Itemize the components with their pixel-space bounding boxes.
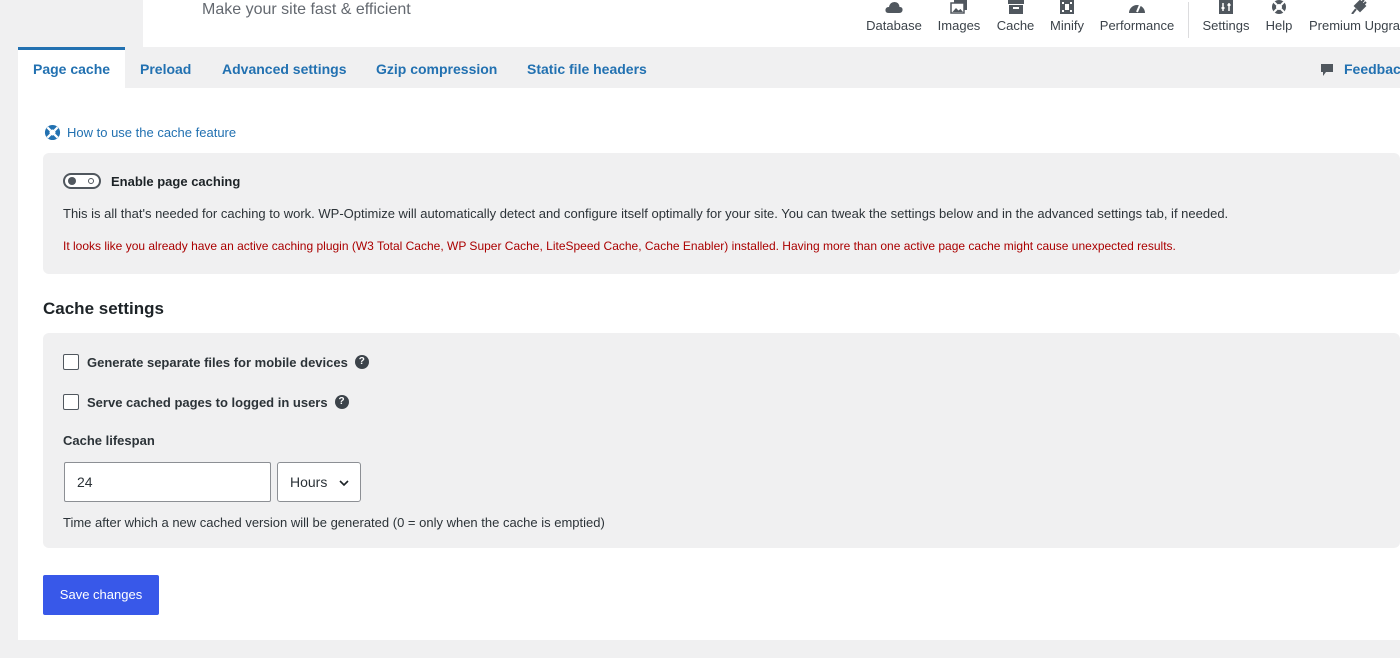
mobile-files-label: Generate separate files for mobile devic… bbox=[87, 354, 348, 370]
logged-in-checkbox[interactable] bbox=[63, 394, 79, 410]
toggle-off-indicator bbox=[88, 178, 94, 184]
film-icon bbox=[1060, 0, 1074, 14]
enable-caching-label: Enable page caching bbox=[111, 174, 241, 189]
main-content: How to use the cache feature Enable page… bbox=[18, 88, 1400, 640]
tab-advanced-settings[interactable]: Advanced settings bbox=[222, 47, 346, 88]
images-icon bbox=[950, 0, 967, 14]
feedback-link[interactable]: Feedbac bbox=[1320, 47, 1400, 88]
cloud-icon bbox=[885, 2, 903, 13]
cache-lifespan-input[interactable]: 24 bbox=[64, 462, 271, 502]
chevron-down-icon bbox=[339, 480, 349, 487]
comment-icon bbox=[1321, 64, 1333, 77]
feedback-label: Feedbac bbox=[1344, 61, 1400, 77]
mobile-files-checkbox[interactable] bbox=[63, 354, 79, 370]
tab-static-file-headers[interactable]: Static file headers bbox=[527, 47, 647, 88]
nav-divider bbox=[1188, 2, 1189, 38]
caching-description: This is all that's needed for caching to… bbox=[63, 206, 1229, 221]
mobile-files-row: Generate separate files for mobile devic… bbox=[63, 354, 369, 370]
dashboard-icon bbox=[1129, 4, 1145, 13]
lifespan-unit-select[interactable]: Hours bbox=[277, 462, 361, 502]
help-icon[interactable]: ? bbox=[354, 355, 369, 369]
settings-icon bbox=[1219, 0, 1233, 14]
logged-in-row: Serve cached pages to logged in users ? bbox=[63, 394, 349, 410]
toggle-knob bbox=[68, 177, 76, 185]
conflict-warning: It looks like you already have an active… bbox=[63, 239, 1176, 253]
archive-icon bbox=[1007, 0, 1024, 14]
tab-preload[interactable]: Preload bbox=[140, 47, 191, 88]
howto-label: How to use the cache feature bbox=[67, 125, 237, 140]
cache-settings-panel: Generate separate files for mobile devic… bbox=[43, 333, 1400, 548]
lifebuoy-icon bbox=[1272, 0, 1286, 14]
lifespan-unit-value: Hours bbox=[290, 474, 328, 490]
logged-in-label: Serve cached pages to logged in users bbox=[87, 394, 328, 410]
howto-link[interactable]: How to use the cache feature bbox=[44, 124, 236, 141]
tab-page-cache[interactable]: Page cache bbox=[18, 47, 125, 88]
page-tabs: Page cache Preload Advanced settings Gzi… bbox=[18, 47, 1400, 88]
tab-gzip-compression[interactable]: Gzip compression bbox=[376, 47, 497, 88]
help-icon[interactable]: ? bbox=[334, 395, 349, 409]
cache-lifespan-label: Cache lifespan bbox=[63, 433, 155, 448]
plug-icon bbox=[1351, 0, 1367, 14]
lifespan-hint: Time after which a new cached version wi… bbox=[63, 515, 605, 530]
section-title: Cache settings bbox=[43, 299, 164, 318]
save-changes-button[interactable]: Save changes bbox=[43, 575, 159, 615]
enable-caching-toggle[interactable] bbox=[63, 173, 101, 189]
enable-caching-panel: Enable page caching This is all that's n… bbox=[43, 153, 1400, 274]
lifebuoy-icon bbox=[44, 124, 61, 141]
